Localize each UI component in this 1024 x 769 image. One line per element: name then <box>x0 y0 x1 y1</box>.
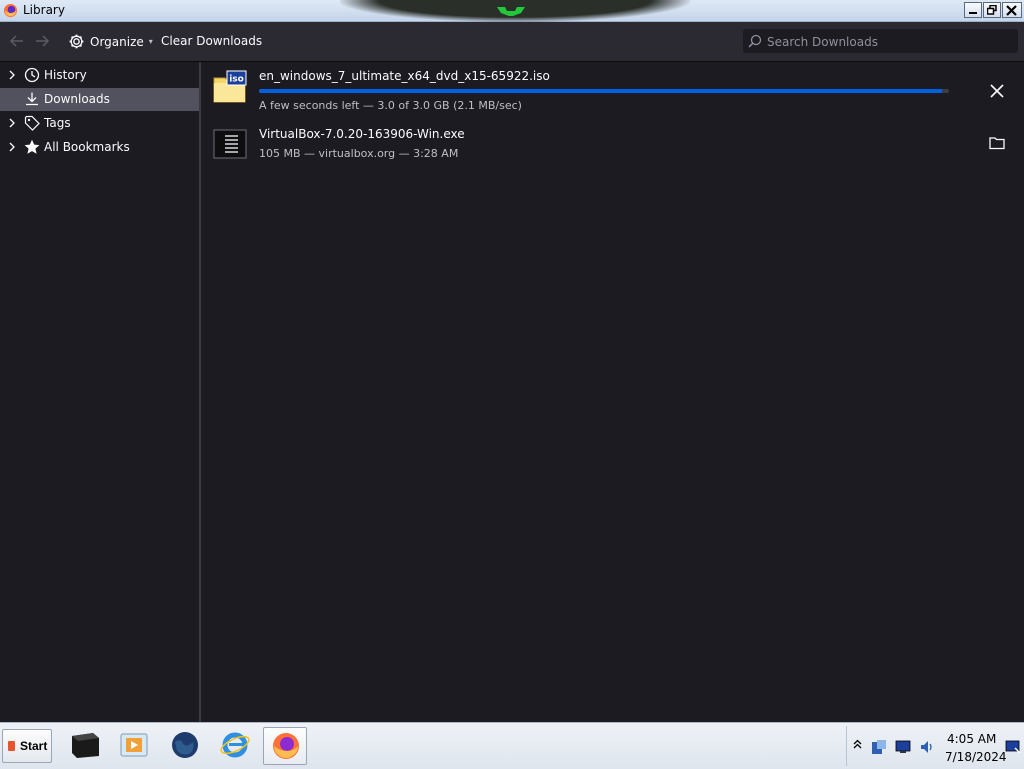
exe-file-icon <box>213 129 247 159</box>
taskbar-app-firefox[interactable] <box>263 727 307 765</box>
library-toolbar: Organize ▾ Clear Downloads <box>0 22 1024 62</box>
download-filename: en_windows_7_ultimate_x64_dvd_x15-65922.… <box>259 69 550 83</box>
cancel-download-button[interactable] <box>988 82 1006 100</box>
internet-explorer-icon <box>220 732 250 758</box>
search-box[interactable] <box>743 29 1018 53</box>
start-button[interactable]: Start <box>2 729 52 763</box>
volume-tray-icon[interactable] <box>919 739 935 755</box>
window-title: Library <box>23 3 65 17</box>
taskbar-app-internet-explorer[interactable] <box>213 727 257 765</box>
download-filename: VirtualBox-7.0.20-163906-Win.exe <box>259 127 465 141</box>
monitor-tray-icon[interactable] <box>895 740 911 754</box>
restore-button[interactable] <box>983 2 1001 18</box>
taskbar: Start 4:05 AM 7/18/2024 <box>0 722 1024 769</box>
download-icon <box>26 92 38 106</box>
start-label: Start <box>20 739 48 753</box>
close-window-button[interactable] <box>1002 2 1022 18</box>
sidebar-item-label: Downloads <box>44 92 110 106</box>
clock-date[interactable]: 7/18/2024 <box>945 750 1007 764</box>
svg-text:iso: iso <box>229 75 244 85</box>
search-icon <box>748 34 762 48</box>
taskbar-app-globe[interactable] <box>163 727 207 765</box>
downloads-list: iso en_windows_7_ultimate_x64_dvd_x15-65… <box>201 62 1024 722</box>
sidebar-item-downloads[interactable]: Downloads <box>0 88 199 111</box>
sidebar-item-tags[interactable]: Tags <box>0 112 199 135</box>
title-bar: Library <box>0 0 1024 22</box>
chevron-down-icon: ▾ <box>148 37 153 46</box>
globe-icon <box>172 732 198 758</box>
terminal-icon <box>72 733 99 758</box>
chevron-right-icon[interactable] <box>8 70 16 80</box>
close-icon <box>1006 5 1017 16</box>
chevron-right-icon[interactable] <box>8 142 16 152</box>
clock-icon <box>24 67 40 83</box>
forward-arrow-icon[interactable] <box>33 32 51 50</box>
download-status: A few seconds left — 3.0 of 3.0 GB (2.1 … <box>259 99 522 112</box>
restore-icon <box>987 5 997 15</box>
sidebar-item-history[interactable]: History <box>0 64 199 87</box>
minimize-icon <box>969 12 977 14</box>
back-arrow-icon[interactable] <box>8 32 26 50</box>
star-icon <box>24 139 40 154</box>
network-tray-icon[interactable] <box>871 739 887 755</box>
title-bar-decoration <box>340 0 690 22</box>
taskbar-app-media-player[interactable] <box>112 727 156 765</box>
iso-file-icon: iso <box>213 70 247 103</box>
green-indicator-icon <box>497 7 525 16</box>
gear-icon <box>69 34 84 49</box>
organize-label: Organize <box>90 34 144 49</box>
chevron-right-icon[interactable] <box>8 118 16 128</box>
show-hidden-icons-button[interactable] <box>853 739 862 749</box>
sidebar-item-label: History <box>44 68 87 82</box>
action-center-icon[interactable] <box>1005 740 1021 754</box>
download-item[interactable]: VirtualBox-7.0.20-163906-Win.exe 105 MB … <box>201 124 1024 180</box>
download-item[interactable]: iso en_windows_7_ultimate_x64_dvd_x15-65… <box>201 64 1024 120</box>
sidebar-item-label: All Bookmarks <box>44 140 130 154</box>
taskbar-app-terminal[interactable] <box>63 727 107 765</box>
sidebar-item-all-bookmarks[interactable]: All Bookmarks <box>0 136 199 159</box>
tag-icon <box>24 115 40 131</box>
library-sidebar: History Downloads Tags All Bookmarks <box>0 62 201 722</box>
folder-icon[interactable] <box>988 134 1006 152</box>
download-progress-bar <box>259 89 949 93</box>
firefox-icon <box>273 733 299 759</box>
search-input[interactable] <box>765 32 1014 52</box>
system-tray: 4:05 AM 7/18/2024 <box>846 726 1023 766</box>
sidebar-item-label: Tags <box>44 116 71 130</box>
clock-time[interactable]: 4:05 AM <box>947 732 996 746</box>
download-status: 105 MB — virtualbox.org — 3:28 AM <box>259 147 459 160</box>
minimize-button[interactable] <box>964 2 982 18</box>
firefox-icon <box>3 3 18 18</box>
windows-flag-icon <box>8 741 15 751</box>
clear-downloads-button[interactable]: Clear Downloads <box>161 34 262 48</box>
organize-button[interactable]: Organize ▾ <box>68 33 153 50</box>
media-player-icon <box>120 733 148 757</box>
download-progress-fill <box>259 89 943 93</box>
